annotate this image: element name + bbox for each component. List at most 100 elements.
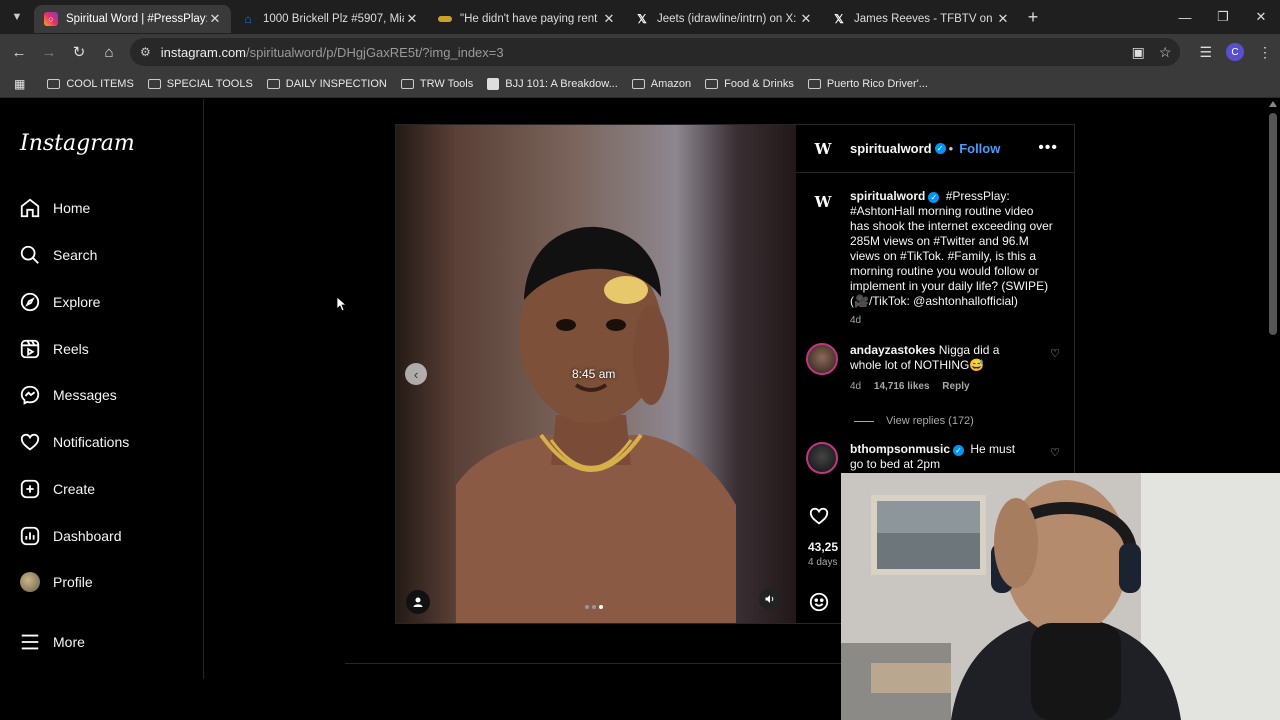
tab-2[interactable]: "He didn't have paying rent in ✕ xyxy=(428,5,625,33)
more-options-icon[interactable]: ••• xyxy=(1038,139,1058,157)
bookmark-folder[interactable]: SPECIAL TOOLS xyxy=(147,78,253,90)
tab-title: James Reeves - TFBTV on X: "I d xyxy=(854,13,995,25)
x-favicon-icon: 𝕏 xyxy=(637,12,647,26)
sidebar-item-label: Create xyxy=(53,481,96,497)
user-tag-button[interactable] xyxy=(406,590,430,614)
sidebar-item-dashboard[interactable]: Dashboard xyxy=(18,524,122,548)
reload-icon[interactable]: ↻ xyxy=(64,43,94,61)
bookmark-page[interactable]: BJJ 101: A Breakdow... xyxy=(487,77,618,90)
likes-count[interactable]: 43,25 xyxy=(808,540,838,554)
sidebar-item-explore[interactable]: Explore xyxy=(18,290,100,314)
bookmark-folder[interactable]: Food & Drinks xyxy=(705,78,794,90)
bookmark-label: Food & Drinks xyxy=(724,77,794,90)
sidebar-item-notifications[interactable]: Notifications xyxy=(18,430,129,454)
new-tab-button[interactable]: + xyxy=(1019,7,1047,28)
comment-likes[interactable]: 14,716 likes xyxy=(874,381,930,392)
close-window-icon[interactable]: ✕ xyxy=(1242,0,1280,34)
comment-username[interactable]: andayzastokes xyxy=(850,343,935,357)
folder-icon xyxy=(705,78,719,89)
back-arrow-icon[interactable]: ← xyxy=(4,44,34,61)
heart-icon xyxy=(809,507,829,525)
install-app-icon[interactable]: ▣ xyxy=(1132,44,1145,61)
carousel-prev-button[interactable]: ‹ xyxy=(405,363,427,385)
emoji-icon xyxy=(809,592,829,612)
tab-search-chevron-icon[interactable]: ▼ xyxy=(0,0,34,34)
forward-arrow-icon[interactable]: → xyxy=(34,44,64,61)
home-page-icon[interactable]: ⌂ xyxy=(94,44,124,61)
post-media[interactable]: 8:45 am ‹ xyxy=(396,125,796,623)
commenter-avatar[interactable] xyxy=(806,343,838,375)
profile-avatar[interactable]: C xyxy=(1226,43,1244,61)
author-username[interactable]: spiritualword xyxy=(850,141,932,156)
like-comment-heart-icon[interactable]: ♡ xyxy=(1050,347,1060,362)
close-icon[interactable]: ✕ xyxy=(404,11,420,27)
tab-1[interactable]: ⌂ 1000 Brickell Plz #5907, Miami, ✕ xyxy=(231,5,428,33)
sidebar-item-messages[interactable]: Messages xyxy=(18,383,117,407)
sidebar-item-label: Profile xyxy=(53,574,93,590)
bookmark-folder[interactable]: DAILY INSPECTION xyxy=(266,77,387,90)
bookmark-label: Amazon xyxy=(650,77,692,90)
close-icon[interactable]: ✕ xyxy=(601,11,617,27)
scrollbar-thumb[interactable] xyxy=(1269,113,1277,335)
instagram-logo[interactable]: Instagram xyxy=(20,131,135,156)
sidebar-item-label: Messages xyxy=(53,387,117,403)
comment-username[interactable]: bthompsonmusic xyxy=(850,442,950,456)
sidebar-item-search[interactable]: Search xyxy=(18,243,97,267)
minimize-icon[interactable]: — xyxy=(1166,0,1204,34)
bookmark-star-icon[interactable]: ☆ xyxy=(1159,44,1172,61)
webcam-scene xyxy=(841,473,1280,720)
browser-toolbar: ← → ↻ ⌂ ⚙ instagram.com/spiritualword/p/… xyxy=(0,34,1280,70)
close-icon[interactable]: ✕ xyxy=(995,11,1011,27)
sidebar-item-more[interactable]: More xyxy=(18,630,85,654)
close-icon[interactable]: ✕ xyxy=(207,11,223,27)
sidebar-item-profile[interactable]: Profile xyxy=(18,570,93,594)
menu-kebab-icon[interactable]: ⋮ xyxy=(1258,44,1272,61)
caption-username[interactable]: spiritualword xyxy=(850,189,925,203)
url-path: /spiritualword/p/DHgjGaxRE5t/?img_index=… xyxy=(246,44,504,60)
follow-button[interactable]: Follow xyxy=(959,141,1000,156)
tab-4[interactable]: 𝕏 James Reeves - TFBTV on X: "I d ✕ xyxy=(822,5,1019,33)
emoji-button[interactable] xyxy=(808,591,830,618)
like-comment-heart-icon[interactable]: ♡ xyxy=(1050,446,1060,461)
sidebar-item-reels[interactable]: Reels xyxy=(18,337,89,361)
audio-toggle-button[interactable] xyxy=(759,588,781,610)
sidebar-item-label: Home xyxy=(53,200,91,216)
sidebar-item-create[interactable]: Create xyxy=(18,477,95,501)
compass-icon xyxy=(18,290,42,314)
tab-3[interactable]: 𝕏 Jeets (idrawline/intrn) on X: "th ✕ xyxy=(625,5,822,33)
caption-author-avatar[interactable]: W xyxy=(812,191,834,213)
commenter-avatar[interactable] xyxy=(806,442,838,474)
bookmark-folder[interactable]: Puerto Rico Driver'... xyxy=(807,78,928,90)
search-icon xyxy=(18,243,42,267)
carousel-dot xyxy=(585,605,589,609)
scroll-up-arrow-icon[interactable] xyxy=(1269,101,1277,107)
sidebar-item-label: More xyxy=(53,634,85,650)
site-info-icon[interactable]: ⚙ xyxy=(140,45,151,59)
bookmark-folder[interactable]: TRW Tools xyxy=(400,78,473,90)
author-avatar[interactable]: W xyxy=(812,138,834,160)
verified-badge-icon: ✓ xyxy=(928,192,940,203)
bookmark-folder[interactable]: COOL ITEMS xyxy=(47,78,134,90)
media-controls-icon[interactable]: ☰ xyxy=(1199,44,1212,61)
reply-button[interactable]: Reply xyxy=(942,381,969,392)
page-divider xyxy=(345,663,845,664)
sidebar-item-label: Search xyxy=(53,247,98,263)
view-replies-button[interactable]: View replies (172) xyxy=(854,415,974,427)
reels-icon xyxy=(18,337,42,361)
restore-icon[interactable]: ❐ xyxy=(1204,0,1242,34)
address-bar[interactable]: ⚙ instagram.com/spiritualword/p/DHgjGaxR… xyxy=(130,38,1180,66)
like-post-button[interactable] xyxy=(808,505,830,532)
tab-0[interactable]: ○ Spiritual Word | #PressPlay: #As ✕ xyxy=(34,5,231,33)
sidebar-item-label: Explore xyxy=(53,294,101,310)
post-age: 4 days xyxy=(808,557,838,568)
verified-badge-icon: ✓ xyxy=(953,445,965,456)
carousel-dot xyxy=(592,605,596,609)
bookmark-folder[interactable]: Amazon xyxy=(631,77,692,90)
bookmark-label: DAILY INSPECTION xyxy=(285,77,387,90)
apps-grid-icon[interactable]: ▦ xyxy=(14,77,25,91)
separator-dot: • xyxy=(948,141,954,156)
close-icon[interactable]: ✕ xyxy=(798,11,814,27)
window-controls: — ❐ ✕ xyxy=(1166,0,1280,34)
sidebar-item-home[interactable]: Home xyxy=(18,196,90,220)
messenger-icon xyxy=(18,383,42,407)
